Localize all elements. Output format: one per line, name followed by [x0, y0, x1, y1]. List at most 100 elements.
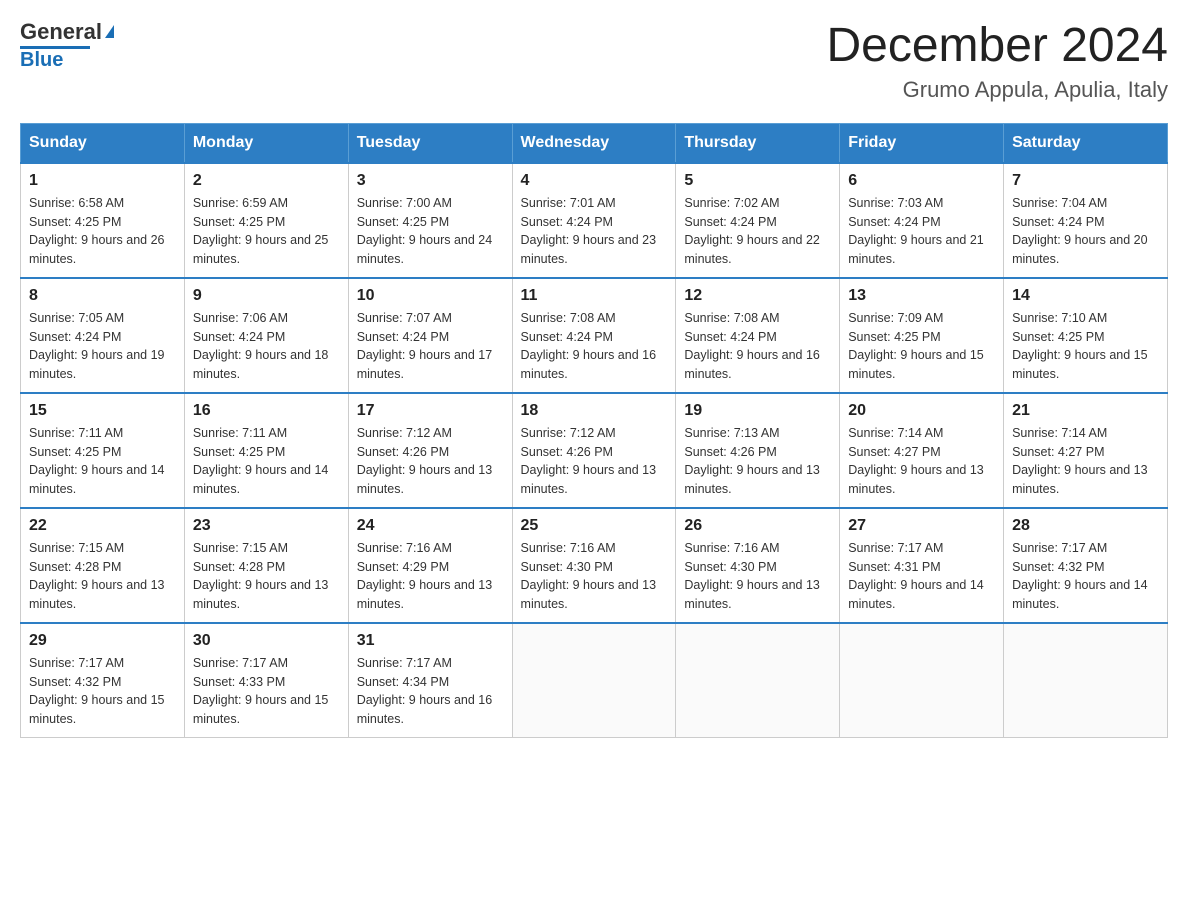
- calendar-cell: 21 Sunrise: 7:14 AMSunset: 4:27 PMDaylig…: [1004, 393, 1168, 508]
- day-number: 10: [357, 287, 504, 305]
- calendar-cell: 17 Sunrise: 7:12 AMSunset: 4:26 PMDaylig…: [348, 393, 512, 508]
- day-number: 27: [848, 517, 995, 535]
- day-info: Sunrise: 7:08 AMSunset: 4:24 PMDaylight:…: [521, 309, 668, 384]
- day-info: Sunrise: 7:13 AMSunset: 4:26 PMDaylight:…: [684, 424, 831, 499]
- day-info: Sunrise: 6:59 AMSunset: 4:25 PMDaylight:…: [193, 194, 340, 269]
- day-number: 24: [357, 517, 504, 535]
- calendar-cell: 15 Sunrise: 7:11 AMSunset: 4:25 PMDaylig…: [21, 393, 185, 508]
- col-header-wednesday: Wednesday: [512, 123, 676, 163]
- day-number: 15: [29, 402, 176, 420]
- day-info: Sunrise: 7:12 AMSunset: 4:26 PMDaylight:…: [521, 424, 668, 499]
- col-header-friday: Friday: [840, 123, 1004, 163]
- day-info: Sunrise: 7:12 AMSunset: 4:26 PMDaylight:…: [357, 424, 504, 499]
- logo-general-text: General: [20, 20, 102, 44]
- day-number: 22: [29, 517, 176, 535]
- calendar-cell: 29 Sunrise: 7:17 AMSunset: 4:32 PMDaylig…: [21, 623, 185, 738]
- day-number: 28: [1012, 517, 1159, 535]
- calendar-week-4: 22 Sunrise: 7:15 AMSunset: 4:28 PMDaylig…: [21, 508, 1168, 623]
- logo: General Blue: [20, 20, 114, 71]
- calendar-cell: 1 Sunrise: 6:58 AMSunset: 4:25 PMDayligh…: [21, 163, 185, 278]
- calendar-cell: 5 Sunrise: 7:02 AMSunset: 4:24 PMDayligh…: [676, 163, 840, 278]
- day-info: Sunrise: 7:10 AMSunset: 4:25 PMDaylight:…: [1012, 309, 1159, 384]
- day-number: 30: [193, 632, 340, 650]
- calendar-cell: 6 Sunrise: 7:03 AMSunset: 4:24 PMDayligh…: [840, 163, 1004, 278]
- col-header-tuesday: Tuesday: [348, 123, 512, 163]
- calendar-cell: 11 Sunrise: 7:08 AMSunset: 4:24 PMDaylig…: [512, 278, 676, 393]
- calendar-cell: 7 Sunrise: 7:04 AMSunset: 4:24 PMDayligh…: [1004, 163, 1168, 278]
- day-info: Sunrise: 7:16 AMSunset: 4:30 PMDaylight:…: [684, 539, 831, 614]
- day-info: Sunrise: 7:17 AMSunset: 4:32 PMDaylight:…: [1012, 539, 1159, 614]
- day-info: Sunrise: 7:02 AMSunset: 4:24 PMDaylight:…: [684, 194, 831, 269]
- calendar-cell: 18 Sunrise: 7:12 AMSunset: 4:26 PMDaylig…: [512, 393, 676, 508]
- day-number: 9: [193, 287, 340, 305]
- day-info: Sunrise: 6:58 AMSunset: 4:25 PMDaylight:…: [29, 194, 176, 269]
- calendar-table: Sunday Monday Tuesday Wednesday Thursday…: [20, 123, 1168, 738]
- day-info: Sunrise: 7:14 AMSunset: 4:27 PMDaylight:…: [848, 424, 995, 499]
- day-number: 7: [1012, 172, 1159, 190]
- day-number: 31: [357, 632, 504, 650]
- calendar-cell: 28 Sunrise: 7:17 AMSunset: 4:32 PMDaylig…: [1004, 508, 1168, 623]
- calendar-cell: 4 Sunrise: 7:01 AMSunset: 4:24 PMDayligh…: [512, 163, 676, 278]
- calendar-cell: 24 Sunrise: 7:16 AMSunset: 4:29 PMDaylig…: [348, 508, 512, 623]
- day-info: Sunrise: 7:11 AMSunset: 4:25 PMDaylight:…: [193, 424, 340, 499]
- day-info: Sunrise: 7:16 AMSunset: 4:30 PMDaylight:…: [521, 539, 668, 614]
- day-number: 1: [29, 172, 176, 190]
- day-number: 20: [848, 402, 995, 420]
- calendar-cell: 25 Sunrise: 7:16 AMSunset: 4:30 PMDaylig…: [512, 508, 676, 623]
- day-number: 8: [29, 287, 176, 305]
- calendar-cell: 12 Sunrise: 7:08 AMSunset: 4:24 PMDaylig…: [676, 278, 840, 393]
- calendar-cell: 3 Sunrise: 7:00 AMSunset: 4:25 PMDayligh…: [348, 163, 512, 278]
- col-header-sunday: Sunday: [21, 123, 185, 163]
- calendar-cell: 13 Sunrise: 7:09 AMSunset: 4:25 PMDaylig…: [840, 278, 1004, 393]
- day-number: 4: [521, 172, 668, 190]
- day-info: Sunrise: 7:17 AMSunset: 4:32 PMDaylight:…: [29, 654, 176, 729]
- col-header-saturday: Saturday: [1004, 123, 1168, 163]
- day-number: 5: [684, 172, 831, 190]
- calendar-week-3: 15 Sunrise: 7:11 AMSunset: 4:25 PMDaylig…: [21, 393, 1168, 508]
- day-info: Sunrise: 7:07 AMSunset: 4:24 PMDaylight:…: [357, 309, 504, 384]
- day-info: Sunrise: 7:16 AMSunset: 4:29 PMDaylight:…: [357, 539, 504, 614]
- day-number: 17: [357, 402, 504, 420]
- day-info: Sunrise: 7:01 AMSunset: 4:24 PMDaylight:…: [521, 194, 668, 269]
- title-block: December 2024 Grumo Appula, Apulia, Ital…: [826, 20, 1168, 103]
- day-number: 11: [521, 287, 668, 305]
- day-info: Sunrise: 7:17 AMSunset: 4:33 PMDaylight:…: [193, 654, 340, 729]
- day-info: Sunrise: 7:05 AMSunset: 4:24 PMDaylight:…: [29, 309, 176, 384]
- day-info: Sunrise: 7:08 AMSunset: 4:24 PMDaylight:…: [684, 309, 831, 384]
- day-info: Sunrise: 7:15 AMSunset: 4:28 PMDaylight:…: [29, 539, 176, 614]
- calendar-subtitle: Grumo Appula, Apulia, Italy: [826, 77, 1168, 103]
- day-number: 21: [1012, 402, 1159, 420]
- calendar-cell: [676, 623, 840, 738]
- logo-triangle-icon: [105, 25, 114, 38]
- col-header-monday: Monday: [184, 123, 348, 163]
- day-number: 12: [684, 287, 831, 305]
- calendar-cell: 10 Sunrise: 7:07 AMSunset: 4:24 PMDaylig…: [348, 278, 512, 393]
- day-info: Sunrise: 7:17 AMSunset: 4:34 PMDaylight:…: [357, 654, 504, 729]
- day-info: Sunrise: 7:06 AMSunset: 4:24 PMDaylight:…: [193, 309, 340, 384]
- day-info: Sunrise: 7:14 AMSunset: 4:27 PMDaylight:…: [1012, 424, 1159, 499]
- calendar-cell: 26 Sunrise: 7:16 AMSunset: 4:30 PMDaylig…: [676, 508, 840, 623]
- day-number: 25: [521, 517, 668, 535]
- day-info: Sunrise: 7:09 AMSunset: 4:25 PMDaylight:…: [848, 309, 995, 384]
- day-number: 19: [684, 402, 831, 420]
- page-header: General Blue December 2024 Grumo Appula,…: [20, 20, 1168, 103]
- day-number: 18: [521, 402, 668, 420]
- day-info: Sunrise: 7:03 AMSunset: 4:24 PMDaylight:…: [848, 194, 995, 269]
- calendar-week-5: 29 Sunrise: 7:17 AMSunset: 4:32 PMDaylig…: [21, 623, 1168, 738]
- calendar-cell: [840, 623, 1004, 738]
- calendar-cell: 31 Sunrise: 7:17 AMSunset: 4:34 PMDaylig…: [348, 623, 512, 738]
- calendar-cell: 22 Sunrise: 7:15 AMSunset: 4:28 PMDaylig…: [21, 508, 185, 623]
- day-number: 26: [684, 517, 831, 535]
- day-info: Sunrise: 7:11 AMSunset: 4:25 PMDaylight:…: [29, 424, 176, 499]
- calendar-title: December 2024: [826, 20, 1168, 73]
- day-number: 6: [848, 172, 995, 190]
- day-number: 13: [848, 287, 995, 305]
- day-info: Sunrise: 7:15 AMSunset: 4:28 PMDaylight:…: [193, 539, 340, 614]
- col-header-thursday: Thursday: [676, 123, 840, 163]
- calendar-cell: 20 Sunrise: 7:14 AMSunset: 4:27 PMDaylig…: [840, 393, 1004, 508]
- calendar-cell: 8 Sunrise: 7:05 AMSunset: 4:24 PMDayligh…: [21, 278, 185, 393]
- calendar-cell: [512, 623, 676, 738]
- calendar-cell: 14 Sunrise: 7:10 AMSunset: 4:25 PMDaylig…: [1004, 278, 1168, 393]
- day-number: 23: [193, 517, 340, 535]
- calendar-cell: 19 Sunrise: 7:13 AMSunset: 4:26 PMDaylig…: [676, 393, 840, 508]
